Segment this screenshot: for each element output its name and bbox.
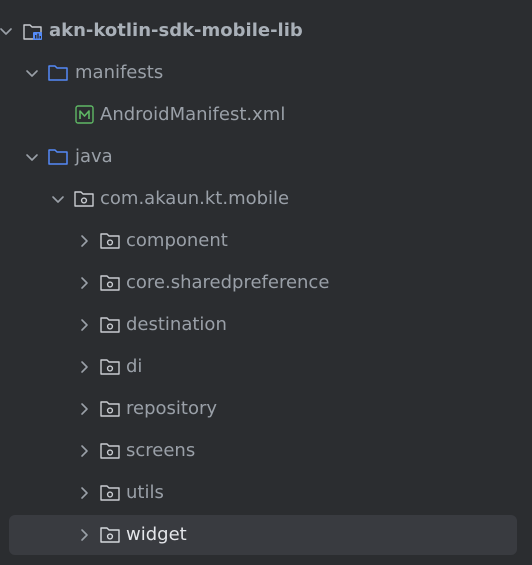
tree-item-label: core.sharedpreference [126, 272, 330, 293]
package-icon [100, 401, 120, 417]
package-icon [74, 191, 94, 207]
tree-item-di[interactable]: di [0, 346, 532, 388]
package-icon [100, 275, 120, 291]
tree-item-label: repository [126, 398, 218, 419]
tree-item-package-root[interactable]: com.akaun.kt.mobile [0, 178, 532, 220]
module-folder-icon [23, 24, 42, 40]
tree-item-manifests[interactable]: manifests [0, 52, 532, 94]
tree-item-label: java [75, 146, 113, 167]
chevron-right-icon[interactable] [76, 485, 92, 501]
tree-item-screens[interactable]: screens [0, 430, 532, 472]
chevron-down-icon[interactable] [24, 65, 40, 81]
tree-item-label: component [126, 230, 228, 251]
tree-item-java[interactable]: java [0, 136, 532, 178]
chevron-right-icon[interactable] [76, 317, 92, 333]
chevron-down-icon[interactable] [0, 23, 14, 39]
chevron-right-icon[interactable] [76, 443, 92, 459]
tree-item-repository[interactable]: repository [0, 388, 532, 430]
tree-item-label: manifests [75, 62, 164, 83]
tree-item-label: screens [126, 440, 196, 461]
tree-item-utils[interactable]: utils [0, 472, 532, 514]
chevron-right-icon[interactable] [76, 527, 92, 543]
chevron-down-icon[interactable] [24, 149, 40, 165]
package-icon [100, 233, 120, 249]
chevron-down-icon[interactable] [50, 191, 66, 207]
chevron-right-icon[interactable] [76, 359, 92, 375]
tree-item-label: utils [126, 482, 164, 503]
tree-item-label: com.akaun.kt.mobile [100, 188, 290, 209]
manifest-file-icon [75, 105, 94, 124]
package-icon [100, 443, 120, 459]
chevron-right-icon[interactable] [76, 233, 92, 249]
folder-icon [48, 65, 68, 81]
tree-item-destination[interactable]: destination [0, 304, 532, 346]
tree-item-root-module[interactable]: akn-kotlin-sdk-mobile-lib [0, 10, 532, 52]
package-icon [100, 359, 120, 375]
folder-icon [48, 149, 68, 165]
tree-item-android-manifest[interactable]: AndroidManifest.xml [0, 94, 532, 136]
package-icon [100, 527, 120, 543]
tree-item-label: widget [126, 524, 187, 545]
tree-item-label: destination [126, 314, 227, 335]
tree-item-widget[interactable]: widget [0, 514, 532, 556]
tree-item-label: di [126, 356, 143, 377]
package-icon [100, 485, 120, 501]
package-icon [100, 317, 120, 333]
tree-item-label: akn-kotlin-sdk-mobile-lib [49, 20, 303, 41]
tree-item-core-sharedpreference[interactable]: core.sharedpreference [0, 262, 532, 304]
chevron-right-icon[interactable] [76, 275, 92, 291]
project-tree: akn-kotlin-sdk-mobile-lib manifests Andr… [0, 0, 532, 565]
tree-item-label: AndroidManifest.xml [100, 104, 286, 125]
chevron-right-icon[interactable] [76, 401, 92, 417]
tree-item-component[interactable]: component [0, 220, 532, 262]
